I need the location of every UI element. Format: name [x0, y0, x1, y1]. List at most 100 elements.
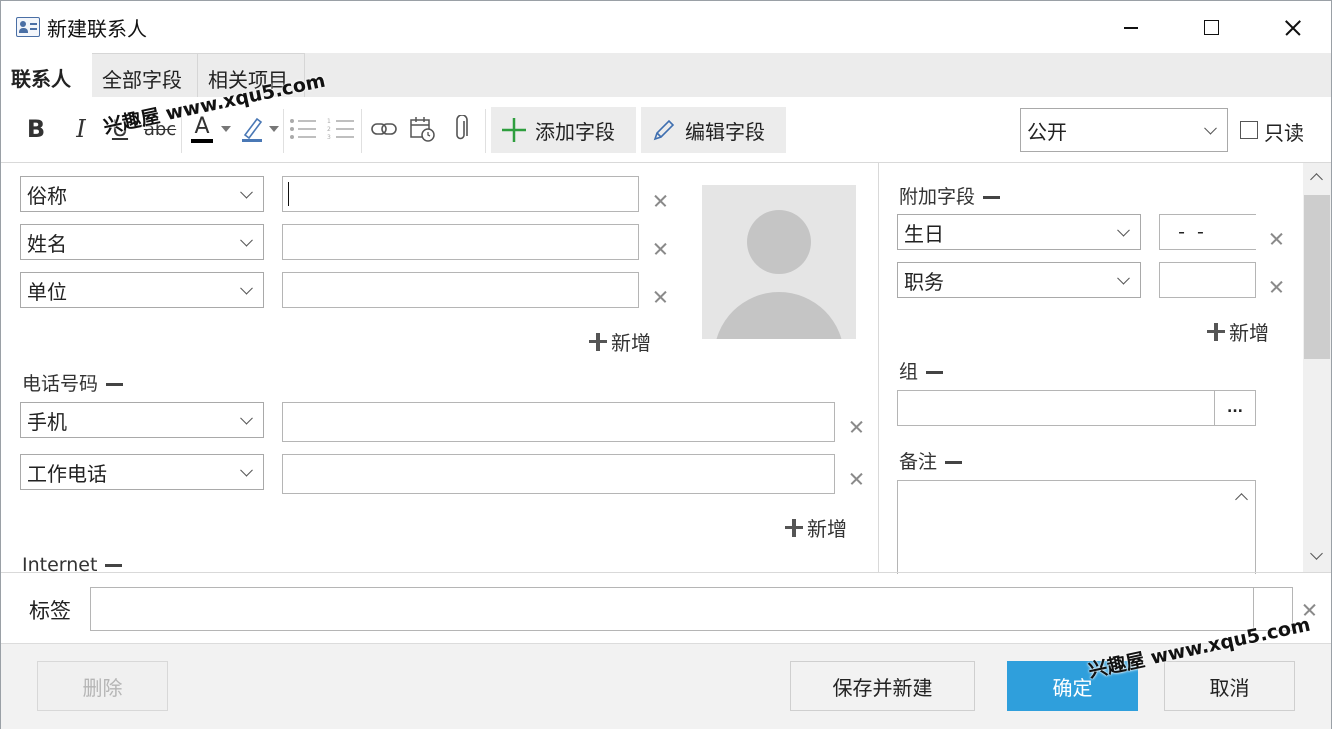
scroll-up-icon[interactable]	[1310, 173, 1323, 186]
birthday-date-input[interactable]: - -	[1159, 214, 1256, 250]
mobile-type-value: 手机	[27, 409, 67, 434]
notes-section-header[interactable]: 备注	[899, 447, 963, 474]
group-browse-button[interactable]: ...	[1214, 390, 1256, 426]
remove-nickname-icon[interactable]	[652, 193, 668, 209]
add-phone-label: 新增	[807, 517, 847, 541]
work-phone-type-select[interactable]: 工作电话	[20, 454, 264, 490]
svg-text:1: 1	[327, 118, 331, 125]
chevron-down-icon	[240, 411, 253, 425]
bold-button[interactable]: B	[21, 109, 51, 149]
chevron-down-icon	[240, 463, 253, 477]
work-phone-input[interactable]	[282, 454, 835, 494]
visibility-select[interactable]: 公开	[1020, 108, 1228, 152]
work-phone-type-value: 工作电话	[27, 461, 107, 486]
nickname-type-select[interactable]: 俗称	[20, 176, 264, 212]
name-type-select[interactable]: 姓名	[20, 224, 264, 260]
phone-section-header[interactable]: 电话号码	[22, 369, 124, 396]
delete-button[interactable]: 删除	[37, 661, 168, 711]
company-type-value: 单位	[27, 279, 67, 304]
extra-fields-header[interactable]: 附加字段	[899, 182, 1001, 209]
job-title-input[interactable]	[1159, 262, 1256, 298]
group-section-label: 组	[899, 361, 919, 383]
collapse-dash-icon[interactable]	[983, 196, 1001, 199]
remove-job-title-icon[interactable]	[1268, 279, 1284, 295]
svg-text:2: 2	[327, 126, 331, 133]
avatar-body-shape	[714, 292, 844, 339]
chevron-down-icon	[1117, 271, 1130, 285]
readonly-label: 只读	[1264, 121, 1304, 145]
column-divider	[878, 163, 879, 573]
avatar-head-shape	[747, 210, 811, 274]
link-icon[interactable]	[367, 109, 401, 149]
phone-section-label: 电话号码	[22, 373, 99, 395]
plus-icon	[785, 518, 803, 537]
job-title-type-select[interactable]: 职务	[897, 262, 1141, 298]
remove-company-icon[interactable]	[652, 289, 668, 305]
chevron-down-icon	[240, 233, 253, 247]
green-plus-icon	[502, 118, 526, 142]
scroll-thumb[interactable]	[1304, 195, 1330, 359]
name-input[interactable]	[282, 224, 639, 260]
window-title: 新建联系人	[47, 17, 147, 41]
readonly-checkbox[interactable]	[1240, 121, 1258, 139]
collapse-dash-icon[interactable]	[945, 461, 963, 464]
highlight-pen-icon[interactable]	[237, 109, 267, 149]
chevron-down-icon	[240, 281, 253, 295]
collapse-dash-icon[interactable]	[926, 371, 944, 374]
scroll-down-icon[interactable]	[1310, 547, 1323, 560]
plus-icon	[1207, 322, 1225, 341]
add-extra-field-button[interactable]: 新增	[1207, 317, 1269, 346]
save-and-new-button[interactable]: 保存并新建	[790, 661, 975, 711]
contact-photo[interactable]	[702, 185, 856, 339]
add-field-button[interactable]: 添加字段	[491, 107, 636, 153]
company-input[interactable]	[282, 272, 639, 308]
mobile-input[interactable]	[282, 402, 835, 442]
calendar-time-icon[interactable]	[405, 109, 439, 149]
edit-field-label: 编辑字段	[685, 119, 765, 144]
nickname-input[interactable]	[282, 176, 639, 212]
pencil-icon	[653, 119, 675, 141]
remove-name-icon[interactable]	[652, 241, 668, 257]
chevron-down-icon	[1117, 223, 1130, 237]
maximize-button[interactable]	[1171, 1, 1251, 53]
text-cursor	[288, 182, 289, 206]
remove-work-phone-icon[interactable]	[848, 471, 864, 487]
form-scrollbar[interactable]	[1303, 163, 1331, 573]
remove-mobile-icon[interactable]	[848, 419, 864, 435]
svg-text:3: 3	[327, 134, 331, 141]
collapse-dash-icon[interactable]	[105, 564, 123, 567]
add-name-field-label: 新增	[611, 331, 651, 355]
close-window-button[interactable]	[1251, 1, 1331, 53]
tab-contact[interactable]: 联系人	[1, 53, 92, 97]
bullet-list-icon[interactable]	[287, 109, 319, 149]
tags-input[interactable]	[90, 587, 1254, 631]
mobile-type-select[interactable]: 手机	[20, 402, 264, 438]
minimize-button[interactable]	[1091, 1, 1171, 53]
add-name-field-button[interactable]: 新增	[589, 327, 651, 356]
collapse-dash-icon[interactable]	[106, 383, 124, 386]
italic-button[interactable]: I	[67, 109, 95, 149]
add-phone-button[interactable]: 新增	[785, 513, 847, 542]
company-type-select[interactable]: 单位	[20, 272, 264, 308]
notes-section-label: 备注	[899, 451, 938, 473]
cancel-button[interactable]: 取消	[1164, 661, 1295, 711]
edit-field-button[interactable]: 编辑字段	[641, 107, 786, 153]
attachment-icon[interactable]	[445, 109, 477, 149]
numbered-list-icon[interactable]: 123	[325, 109, 357, 149]
birthday-type-select[interactable]: 生日	[897, 214, 1141, 250]
extra-fields-label: 附加字段	[899, 186, 976, 208]
chevron-down-icon	[240, 185, 253, 199]
notes-textarea[interactable]	[897, 480, 1256, 574]
highlight-dropdown-icon[interactable]	[267, 109, 281, 149]
plus-icon	[589, 332, 607, 351]
group-input[interactable]	[897, 390, 1215, 426]
font-color-bar	[191, 139, 213, 143]
visibility-value: 公开	[1027, 119, 1067, 144]
group-section-header[interactable]: 组	[899, 357, 944, 384]
font-color-dropdown-icon[interactable]	[219, 109, 233, 149]
chevron-down-icon	[1204, 121, 1217, 135]
remove-birthday-icon[interactable]	[1268, 231, 1284, 247]
tab-all-fields[interactable]: 全部字段	[92, 53, 198, 97]
nickname-type-value: 俗称	[27, 183, 67, 208]
add-field-label: 添加字段	[535, 119, 615, 144]
